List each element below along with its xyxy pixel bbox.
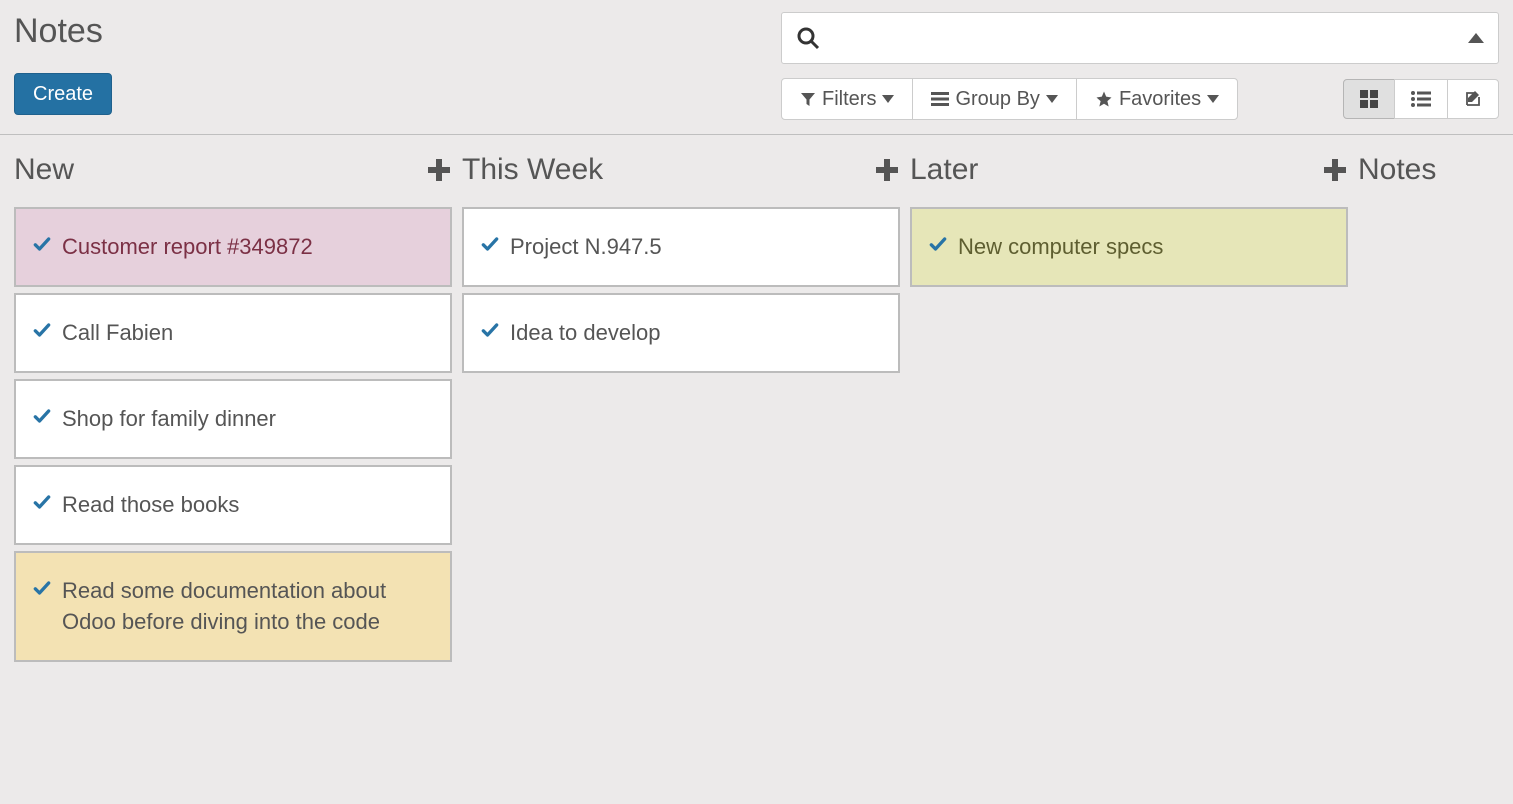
- check-icon: [32, 406, 52, 426]
- chevron-down-icon: [882, 95, 894, 103]
- kanban-card[interactable]: Call Fabien: [14, 293, 452, 373]
- column-header: New: [14, 153, 452, 187]
- kanban-column: This Week Project N.947.5 Idea to develop: [462, 153, 910, 379]
- kanban-column: Notes: [1358, 153, 1446, 207]
- filters-button[interactable]: Filters: [781, 78, 913, 120]
- card-text: Read those books: [62, 489, 239, 521]
- kanban-card[interactable]: Read some documentation about Odoo befor…: [14, 551, 452, 663]
- filter-buttons: Filters Group By Favorites: [781, 78, 1238, 120]
- list-view-button[interactable]: [1394, 79, 1448, 119]
- favorites-label: Favorites: [1119, 89, 1201, 109]
- column-header: Later: [910, 153, 1348, 187]
- check-icon: [480, 234, 500, 254]
- column-title: Notes: [1358, 153, 1436, 187]
- edit-view-button[interactable]: [1447, 79, 1499, 119]
- plus-icon: [426, 157, 452, 183]
- kanban-view-button[interactable]: [1343, 79, 1395, 119]
- search-expand-icon[interactable]: [1468, 33, 1484, 43]
- check-icon: [928, 234, 948, 254]
- search-box[interactable]: [781, 12, 1499, 64]
- card-text: Read some documentation about Odoo befor…: [62, 575, 434, 639]
- favorites-button[interactable]: Favorites: [1076, 78, 1238, 120]
- star-icon: [1095, 90, 1113, 108]
- kanban-card[interactable]: New computer specs: [910, 207, 1348, 287]
- header-left: Notes Create: [14, 12, 112, 115]
- card-text: Call Fabien: [62, 317, 173, 349]
- column-header: This Week: [462, 153, 900, 187]
- card-text: Customer report #349872: [62, 231, 313, 263]
- kanban-icon: [1360, 90, 1378, 108]
- check-icon: [32, 492, 52, 512]
- card-text: New computer specs: [958, 231, 1163, 263]
- kanban-card[interactable]: Project N.947.5: [462, 207, 900, 287]
- add-card-button[interactable]: [426, 157, 452, 183]
- column-header: Notes: [1358, 153, 1436, 187]
- check-icon: [32, 578, 52, 598]
- kanban-card[interactable]: Shop for family dinner: [14, 379, 452, 459]
- bars-icon: [931, 91, 949, 107]
- filter-icon: [800, 91, 816, 107]
- groupby-label: Group By: [955, 89, 1039, 109]
- chevron-down-icon: [1207, 95, 1219, 103]
- kanban-board: New Customer report #349872 Call Fabien Sho…: [0, 135, 1513, 686]
- list-icon: [1411, 91, 1431, 107]
- view-switcher: [1343, 79, 1499, 119]
- check-icon: [32, 320, 52, 340]
- header-right: Filters Group By Favorites: [781, 12, 1499, 120]
- add-card-button[interactable]: [1322, 157, 1348, 183]
- controls-row: Filters Group By Favorites: [781, 78, 1499, 120]
- search-icon: [796, 26, 820, 50]
- chevron-down-icon: [1046, 95, 1058, 103]
- filters-label: Filters: [822, 89, 876, 109]
- add-card-button[interactable]: [874, 157, 900, 183]
- card-text: Project N.947.5: [510, 231, 662, 263]
- header: Notes Create Filters: [0, 0, 1513, 135]
- kanban-column: New Customer report #349872 Call Fabien Sho…: [14, 153, 462, 668]
- column-title: This Week: [462, 153, 603, 187]
- kanban-column: Later New computer specs: [910, 153, 1358, 293]
- page-title: Notes: [14, 12, 112, 51]
- check-icon: [32, 234, 52, 254]
- kanban-card[interactable]: Read those books: [14, 465, 452, 545]
- create-button-label: Create: [33, 84, 93, 104]
- plus-icon: [874, 157, 900, 183]
- kanban-card[interactable]: Customer report #349872: [14, 207, 452, 287]
- check-icon: [480, 320, 500, 340]
- groupby-button[interactable]: Group By: [912, 78, 1076, 120]
- search-input[interactable]: [820, 27, 1468, 50]
- create-button[interactable]: Create: [14, 73, 112, 115]
- edit-icon: [1464, 90, 1482, 108]
- column-title: New: [14, 153, 74, 187]
- column-title: Later: [910, 153, 978, 187]
- plus-icon: [1322, 157, 1348, 183]
- kanban-card[interactable]: Idea to develop: [462, 293, 900, 373]
- card-text: Shop for family dinner: [62, 403, 276, 435]
- card-text: Idea to develop: [510, 317, 660, 349]
